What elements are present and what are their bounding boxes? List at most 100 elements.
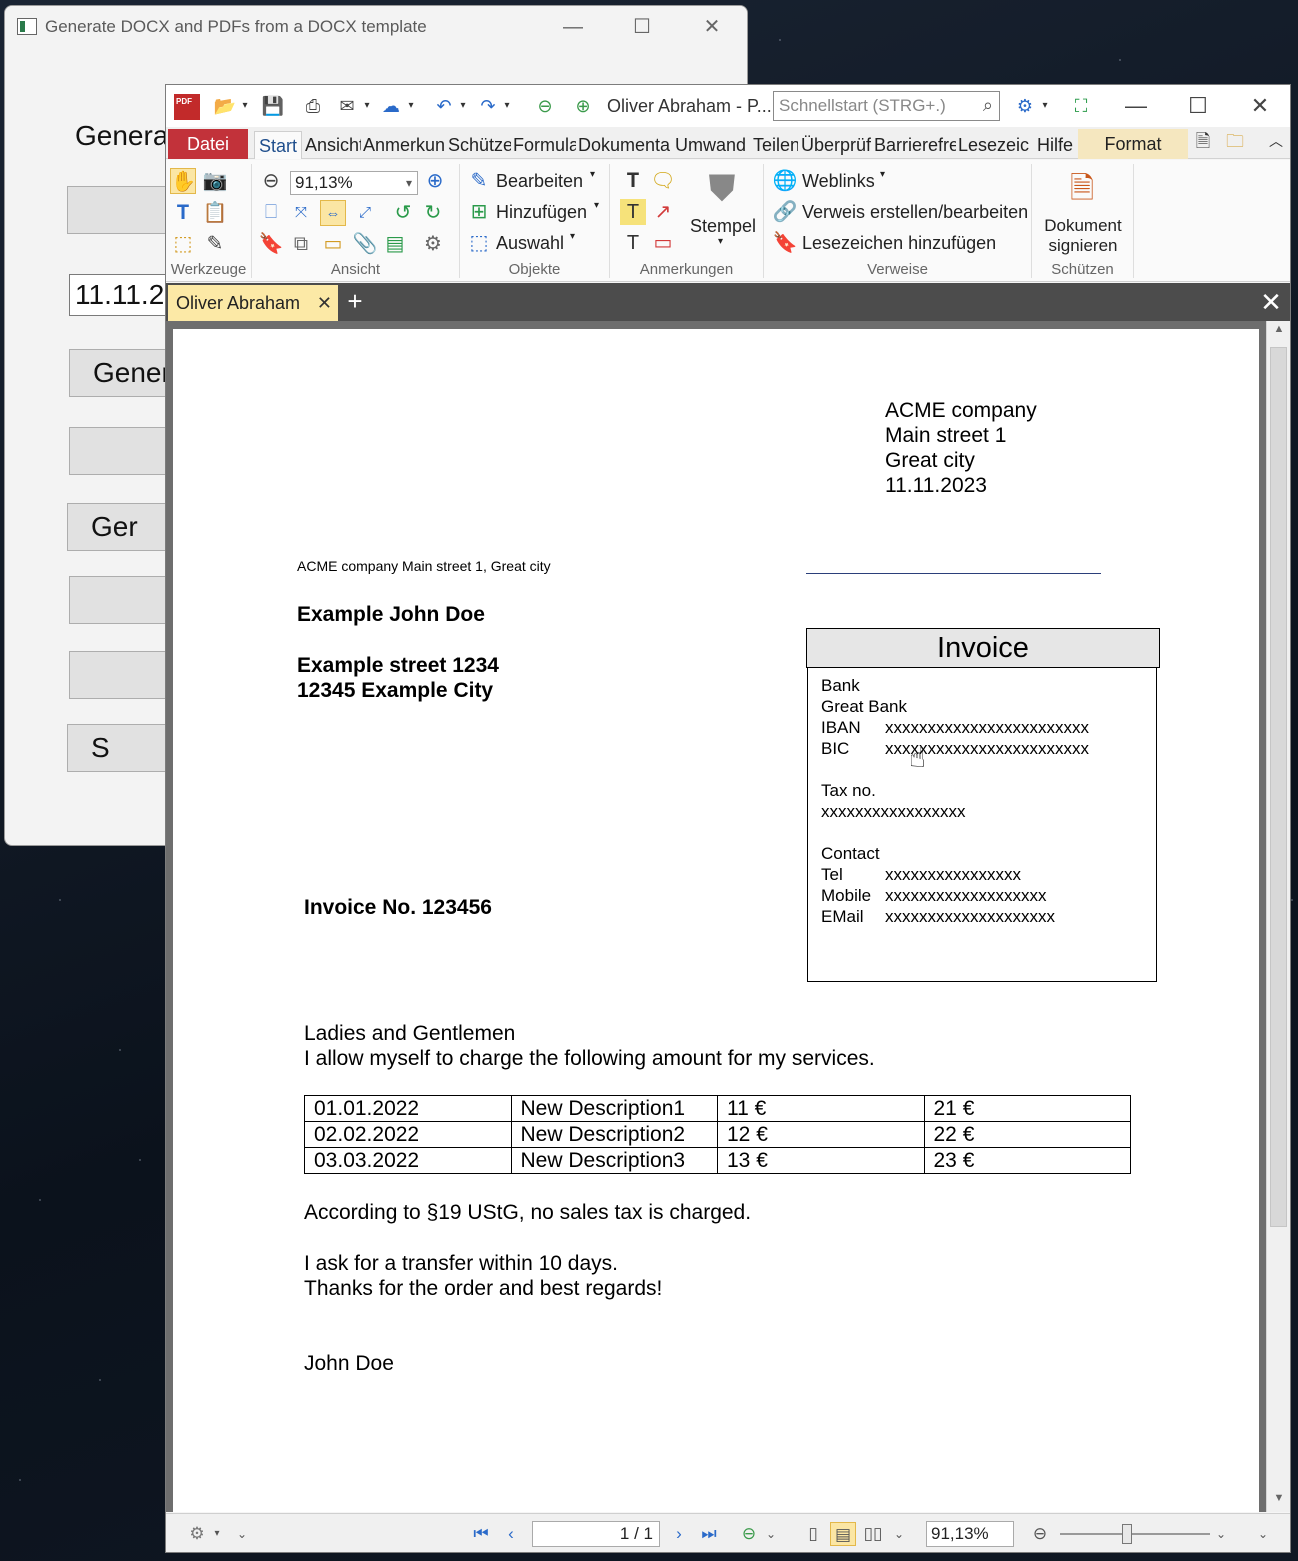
hand-tool-icon[interactable]: ✋ [170,168,196,194]
back-view-icon[interactable]: ⊖ [736,1522,762,1546]
close-all-icon[interactable]: ✕ [1256,285,1286,319]
folder-search-icon[interactable]: 🗀 [1222,129,1248,153]
layers-icon[interactable]: ▤ [382,231,408,257]
continuous-page-icon[interactable]: ▤ [830,1522,856,1546]
tab-accessibility[interactable]: Barrierefre [874,131,956,159]
zoom-select[interactable]: 91,13% ▾ [290,171,418,195]
new-tab-icon[interactable]: + [342,287,368,317]
fit-visible-icon[interactable]: ⤢ [352,200,378,226]
select-object-icon[interactable]: ⬚ [466,230,492,256]
tab-share[interactable]: Teilen [753,131,798,159]
rotate-right-icon[interactable]: ↻ [420,200,446,226]
quickstart-search-input[interactable]: Schnellstart (STRG+.) ⌕ [773,91,1000,121]
tab-forms[interactable]: Formula [513,131,576,159]
settings-icon[interactable]: ⚙ [184,1522,210,1546]
previous-page-icon[interactable]: ‹ [498,1522,524,1546]
more-icon[interactable]: ⌄ [234,1522,250,1546]
fit-page-icon[interactable]: ⤧ [288,200,314,226]
nav-back-icon[interactable]: ⊖ [532,94,558,118]
tab-convert[interactable]: Umwand [675,131,748,159]
chevron-down-icon[interactable]: ▾ [458,94,468,118]
link-edit-button[interactable]: Verweis erstellen/bearbeiten [802,202,1028,223]
chevron-down-icon[interactable]: ▾ [594,200,599,211]
chevron-down-icon[interactable]: ▾ [718,236,723,247]
zoom-out-icon[interactable]: ⊖ [258,168,284,194]
next-page-icon[interactable]: › [666,1522,692,1546]
stamp-button[interactable]: Stempel [690,216,756,237]
zoom-slider[interactable] [1060,1533,1210,1535]
page-number-field[interactable]: 1 / 1 [532,1521,660,1547]
undo-icon[interactable]: ↶ [432,94,456,118]
maximize-icon[interactable]: ☐ [619,12,665,42]
clipboard-icon[interactable]: 📋 [202,200,228,226]
zoom-slider-handle[interactable] [1122,1524,1132,1544]
chevron-down-icon[interactable]: ▾ [502,94,512,118]
globe-icon[interactable]: 🌐 [772,168,798,194]
chevron-down-icon[interactable]: ▾ [880,169,885,180]
tab-format[interactable]: Format [1078,129,1188,159]
textbox-icon[interactable]: T [620,199,646,225]
vertical-scrollbar[interactable]: ▲ ▼ [1266,321,1290,1512]
chevron-down-icon[interactable]: ⌄ [892,1522,906,1546]
chevron-down-icon[interactable]: ⌄ [764,1522,778,1546]
status-zoom-select[interactable]: 91,13% [926,1521,1014,1547]
note-icon[interactable]: 🗨 [650,168,676,194]
pages-icon[interactable]: ⧉ [288,231,314,257]
save-icon[interactable]: 💾 [260,94,286,118]
stamp-icon[interactable]: ⛊ [702,168,742,208]
scroll-up-icon[interactable]: ▲ [1267,323,1290,341]
cloud-drive-icon[interactable]: ☁ [378,94,404,118]
zoom-in-icon[interactable]: ⊕ [422,168,448,194]
two-page-icon[interactable]: ▯▯ [860,1522,886,1546]
add-bookmark-button[interactable]: Lesezeichen hinzufügen [802,233,996,254]
minimize-icon[interactable]: — [1116,91,1156,121]
rectangle-icon[interactable]: ▭ [650,230,676,256]
edit-objects-button[interactable]: Bearbeiten [496,171,583,192]
tab-start[interactable]: Start [254,131,302,159]
zoom-out-icon[interactable]: ⊖ [1028,1522,1052,1546]
text-icon[interactable]: T [620,230,646,256]
redo-icon[interactable]: ↷ [476,94,500,118]
first-page-icon[interactable]: ⏮ [468,1522,494,1546]
tab-help[interactable]: Hilfe [1037,131,1077,159]
comments-icon[interactable]: ▭ [320,231,346,257]
close-tab-icon[interactable]: ✕ [317,285,332,321]
select-text-icon[interactable]: 𝐓 [170,200,196,226]
edit-document-icon[interactable]: ✎ [202,231,228,257]
last-page-icon[interactable]: ⏭ [696,1522,722,1546]
tab-bookmarks[interactable]: Lesezeich [958,131,1030,159]
select-object-button[interactable]: Auswahl [496,233,564,254]
arrow-icon[interactable]: ↗ [650,199,676,225]
fit-width-icon[interactable]: ⇔ [320,200,346,226]
chevron-down-icon[interactable]: ▾ [570,231,575,242]
chevron-down-icon[interactable]: ▾ [590,169,595,180]
open-folder-icon[interactable]: 📂 [212,94,238,118]
edit-objects-icon[interactable]: ✎ [466,168,492,194]
document-properties-icon[interactable]: 🗎 [1190,129,1216,153]
collapse-ribbon-icon[interactable]: ︿ [1264,129,1288,153]
chevron-down-icon[interactable]: ▾ [240,94,250,118]
certificate-icon[interactable]: 🗎 [1064,168,1100,210]
maximize-icon[interactable]: ☐ [1178,91,1218,121]
chevron-down-icon[interactable]: ⌄ [1256,1522,1270,1546]
weblinks-button[interactable]: Weblinks [802,171,875,192]
add-bookmark-icon[interactable]: 🔖 [772,230,798,256]
single-page-icon[interactable]: ▯ [800,1522,826,1546]
rotate-left-icon[interactable]: ↺ [390,200,416,226]
view-settings-icon[interactable]: ⚙ [420,231,446,257]
tab-file[interactable]: Datei [168,129,248,159]
snapshot-camera-icon[interactable]: 📷 [202,168,228,194]
tab-review[interactable]: Überprüf [801,131,871,159]
close-icon[interactable]: ✕ [689,12,735,42]
scroll-thumb[interactable] [1270,347,1287,1227]
close-icon[interactable]: ✕ [1240,91,1280,121]
minimize-icon[interactable]: — [550,12,596,42]
document-view[interactable]: ACME company Main street 1 Great city 11… [166,321,1266,1512]
chevron-down-icon[interactable]: ⌄ [1214,1522,1228,1546]
select-area-icon[interactable]: ⬚ [170,231,196,257]
typewriter-icon[interactable]: 𝐓 [620,168,646,194]
chevron-down-icon[interactable]: ▾ [1040,94,1050,118]
tab-document[interactable]: Dokumenta [578,131,673,159]
scroll-down-icon[interactable]: ▼ [1267,1492,1290,1510]
document-tab[interactable]: Oliver Abraham ✕ [168,285,338,321]
